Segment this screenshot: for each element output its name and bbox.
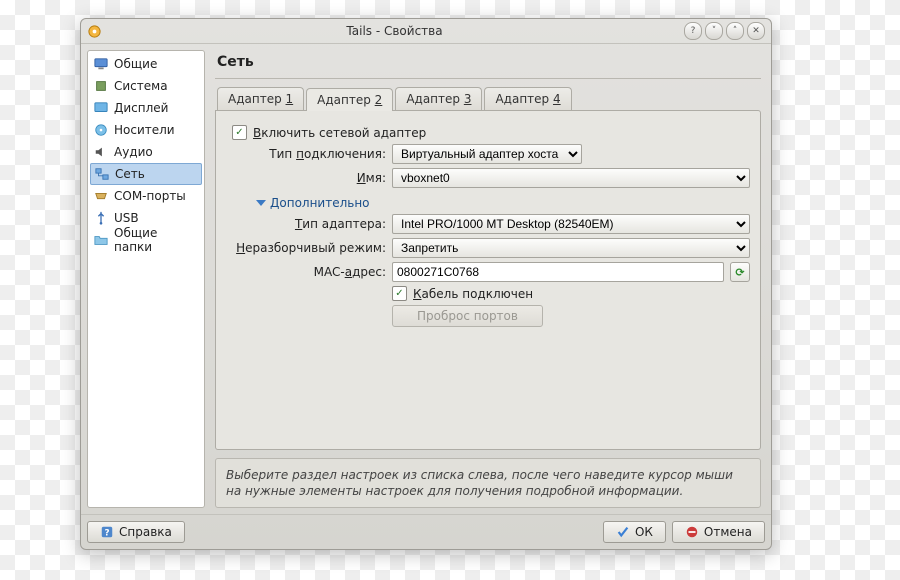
help-icon: ? <box>100 525 114 539</box>
gear-icon <box>87 24 102 39</box>
speaker-icon <box>94 145 108 159</box>
maximize-button[interactable]: ˄ <box>726 22 744 40</box>
adapter-type-select[interactable]: Intel PRO/1000 MT Desktop (82540EM) <box>392 214 750 234</box>
cable-checkbox[interactable] <box>392 286 407 301</box>
tab-panel: Включить сетевой адаптер Тип подключения… <box>215 110 761 450</box>
tab-adapter-3[interactable]: Адаптер 3 <box>395 87 482 110</box>
sidebar-item-label: Общие папки <box>114 226 198 254</box>
chevron-down-icon <box>256 200 266 206</box>
sidebar-item-label: COM-порты <box>114 189 186 203</box>
sidebar-item-label: Система <box>114 79 168 93</box>
tab-adapter-1[interactable]: Адаптер 1 <box>217 87 304 110</box>
sidebar-item-label: Дисплей <box>114 101 168 115</box>
monitor-icon <box>94 57 108 71</box>
sidebar-item-label: Сеть <box>115 167 145 181</box>
enable-adapter-checkbox[interactable] <box>232 125 247 140</box>
folder-icon <box>94 233 108 247</box>
sidebar-item-system[interactable]: Система <box>90 75 202 97</box>
cable-label: Кабель подключен <box>413 287 533 301</box>
chip-icon <box>94 79 108 93</box>
adapter-type-label: Тип адаптера: <box>226 217 386 231</box>
display-icon <box>94 101 108 115</box>
name-label: Имя: <box>226 171 386 185</box>
check-icon <box>616 525 630 539</box>
tab-adapter-4[interactable]: Адаптер 4 <box>484 87 571 110</box>
refresh-icon: ⟳ <box>735 266 744 279</box>
mac-refresh-button[interactable]: ⟳ <box>730 262 750 282</box>
sidebar-item-serial[interactable]: COM-порты <box>90 185 202 207</box>
ok-button[interactable]: ОК <box>603 521 666 543</box>
disc-icon <box>94 123 108 137</box>
main-panel: Сеть Адаптер 1 Адаптер 2 Адаптер 3 Адапт… <box>211 50 765 508</box>
page-title: Сеть <box>211 50 765 78</box>
cancel-icon <box>685 525 699 539</box>
attached-to-select[interactable]: Виртуальный адаптер хоста <box>392 144 582 164</box>
sidebar-item-label: Носители <box>114 123 175 137</box>
svg-text:?: ? <box>104 529 109 539</box>
attached-to-label: Тип подключения: <box>226 147 386 161</box>
divider <box>215 78 761 79</box>
advanced-expander[interactable]: Дополнительно <box>256 196 750 210</box>
settings-window: Tails - Свойства ? ˅ ˄ ✕ Общие Система Д… <box>80 18 772 550</box>
mac-label: MAC-адрес: <box>226 265 386 279</box>
tab-adapter-2[interactable]: Адаптер 2 <box>306 88 393 111</box>
sidebar: Общие Система Дисплей Носители Аудио Сет… <box>87 50 205 508</box>
mac-input[interactable] <box>392 262 724 282</box>
sidebar-item-label: Общие <box>114 57 157 71</box>
help-titlebar-button[interactable]: ? <box>684 22 702 40</box>
help-button[interactable]: ? Справка <box>87 521 185 543</box>
enable-adapter-label: Включить сетевой адаптер <box>253 126 426 140</box>
network-icon <box>95 167 109 181</box>
sidebar-item-display[interactable]: Дисплей <box>90 97 202 119</box>
port-forward-button: Проброс портов <box>392 305 543 327</box>
sidebar-item-label: USB <box>114 211 139 225</box>
sidebar-item-shared[interactable]: Общие папки <box>90 229 202 251</box>
sidebar-item-label: Аудио <box>114 145 153 159</box>
sidebar-item-general[interactable]: Общие <box>90 53 202 75</box>
minimize-button[interactable]: ˅ <box>705 22 723 40</box>
hint-box: Выберите раздел настроек из списка слева… <box>215 458 761 508</box>
titlebar: Tails - Свойства ? ˅ ˄ ✕ <box>81 19 771 44</box>
usb-icon <box>94 211 108 225</box>
cancel-button[interactable]: Отмена <box>672 521 765 543</box>
tabbar: Адаптер 1 Адаптер 2 Адаптер 3 Адаптер 4 <box>211 87 765 110</box>
promiscuous-select[interactable]: Запретить <box>392 238 750 258</box>
close-button[interactable]: ✕ <box>747 22 765 40</box>
sidebar-item-audio[interactable]: Аудио <box>90 141 202 163</box>
promiscuous-label: Неразборчивый режим: <box>226 241 386 255</box>
footer: ? Справка ОК Отмена <box>81 514 771 549</box>
name-select[interactable]: vboxnet0 <box>392 168 750 188</box>
serial-icon <box>94 189 108 203</box>
sidebar-item-network[interactable]: Сеть <box>90 163 202 185</box>
sidebar-item-storage[interactable]: Носители <box>90 119 202 141</box>
window-title: Tails - Свойства <box>108 24 681 38</box>
